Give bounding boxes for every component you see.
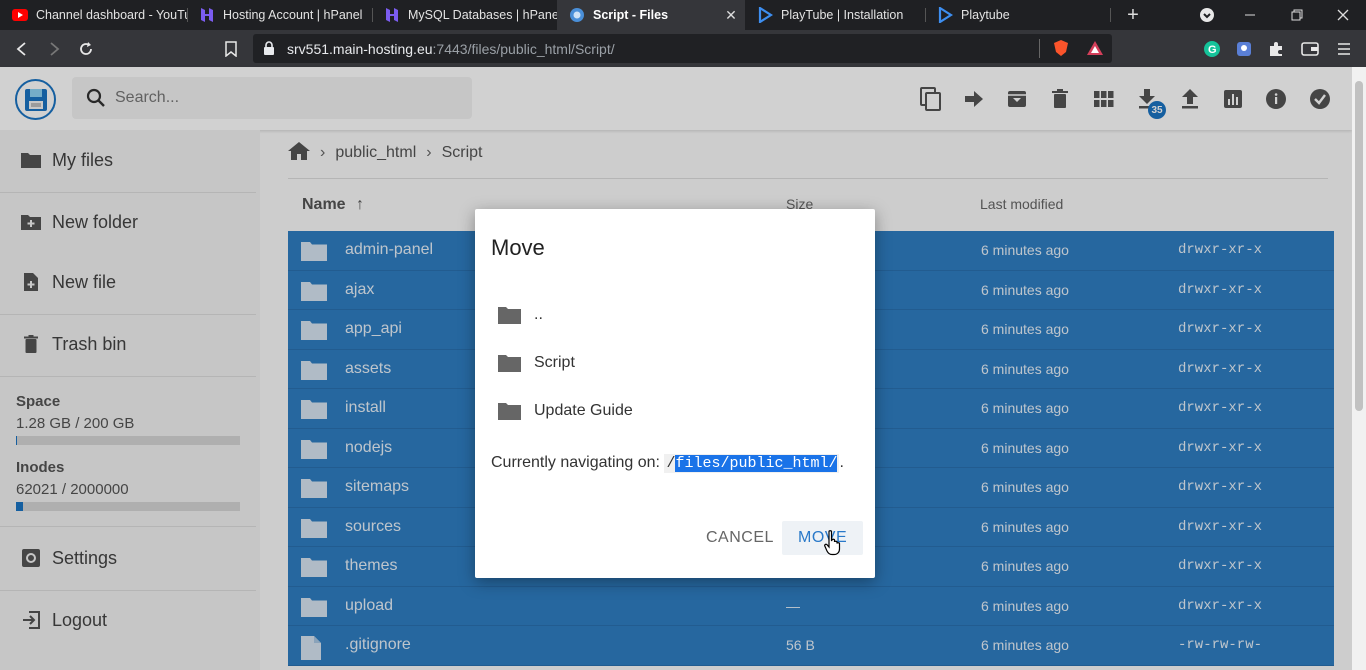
close-tab-icon[interactable]: ✕	[723, 7, 739, 23]
tab-hosting-account[interactable]: Hosting Account | hPanel	[187, 0, 372, 30]
current-path-text: Currently navigating on: /files/public_h…	[491, 454, 844, 473]
dialog-folder-item[interactable]: Update Guide	[485, 389, 865, 433]
lock-icon	[263, 41, 275, 60]
extension-vpn-icon[interactable]	[1234, 39, 1254, 59]
svg-text:G: G	[1208, 44, 1217, 56]
hostinger-icon	[384, 7, 400, 23]
folder-label: Script	[534, 354, 575, 371]
tab-youtube[interactable]: Channel dashboard - YouTu	[0, 0, 187, 30]
folder-icon	[497, 304, 522, 326]
browser-toolbar: srv551.main-hosting.eu:7443/files/public…	[0, 30, 1366, 67]
folder-label: ..	[534, 306, 543, 323]
reload-icon[interactable]	[75, 38, 97, 60]
hostinger-icon	[199, 7, 215, 23]
move-dialog: Move .. Script Update Guide Currently na…	[475, 209, 875, 578]
hand-cursor-icon	[824, 530, 842, 561]
folder-label: Update Guide	[534, 402, 633, 419]
dialog-folder-item[interactable]: ..	[485, 293, 865, 337]
tab-playtube[interactable]: Playtube	[925, 0, 1110, 30]
current-path: /files/public_html/	[664, 454, 840, 473]
tab-title: Channel dashboard - YouTu	[36, 8, 187, 22]
filebrowser-icon	[569, 7, 585, 23]
folder-icon	[497, 352, 522, 374]
grammarly-icon[interactable]: G	[1202, 39, 1222, 59]
tab-divider	[1110, 8, 1111, 22]
url-text: srv551.main-hosting.eu:7443/files/public…	[287, 41, 615, 57]
wallet-icon[interactable]	[1300, 39, 1320, 59]
url-host: srv551.main-hosting.eu	[287, 41, 433, 57]
playtube-icon	[937, 7, 953, 23]
bookmark-icon[interactable]	[220, 38, 242, 60]
tab-search-icon[interactable]	[1187, 0, 1227, 30]
move-button[interactable]: MOVE	[782, 521, 864, 555]
tab-title: Playtube	[961, 8, 1010, 22]
browser-tab-strip: Channel dashboard - YouTu Hosting Accoun…	[0, 0, 1366, 30]
dialog-title: Move	[491, 235, 545, 260]
back-icon[interactable]	[11, 38, 33, 60]
minimize-icon[interactable]	[1230, 0, 1270, 30]
url-path: :7443/files/public_html/Script/	[432, 41, 615, 57]
tab-title: PlayTube | Installation	[781, 8, 904, 22]
tab-playtube-installation[interactable]: PlayTube | Installation	[745, 0, 925, 30]
scrollbar[interactable]	[1352, 67, 1366, 670]
nav-suffix: .	[839, 454, 844, 471]
tab-mysql-databases[interactable]: MySQL Databases | hPanel	[372, 0, 557, 30]
folder-icon	[497, 400, 522, 422]
scrollbar-thumb[interactable]	[1355, 81, 1363, 411]
address-divider	[1039, 39, 1040, 58]
nav-prefix: Currently navigating on:	[491, 454, 660, 471]
dialog-folder-item[interactable]: Script	[485, 341, 865, 385]
close-window-icon[interactable]	[1323, 0, 1363, 30]
tab-title: Hosting Account | hPanel	[223, 8, 363, 22]
cancel-button[interactable]: CANCEL	[690, 521, 790, 555]
playtube-icon	[757, 7, 773, 23]
tab-script-files[interactable]: Script - Files ✕	[557, 0, 745, 30]
restore-icon[interactable]	[1277, 0, 1317, 30]
brave-rewards-icon[interactable]	[1085, 38, 1105, 58]
tab-title: Script - Files	[593, 8, 669, 22]
extensions-puzzle-icon[interactable]	[1266, 39, 1286, 59]
new-tab-icon[interactable]: +	[1113, 0, 1153, 30]
youtube-icon	[12, 7, 28, 23]
menu-icon[interactable]	[1334, 39, 1354, 59]
tab-title: MySQL Databases | hPanel	[408, 8, 557, 22]
brave-shield-icon[interactable]	[1051, 38, 1071, 58]
path-selected: files/public_html/	[675, 455, 838, 472]
forward-icon[interactable]	[43, 38, 65, 60]
address-bar[interactable]: srv551.main-hosting.eu:7443/files/public…	[253, 34, 1112, 63]
